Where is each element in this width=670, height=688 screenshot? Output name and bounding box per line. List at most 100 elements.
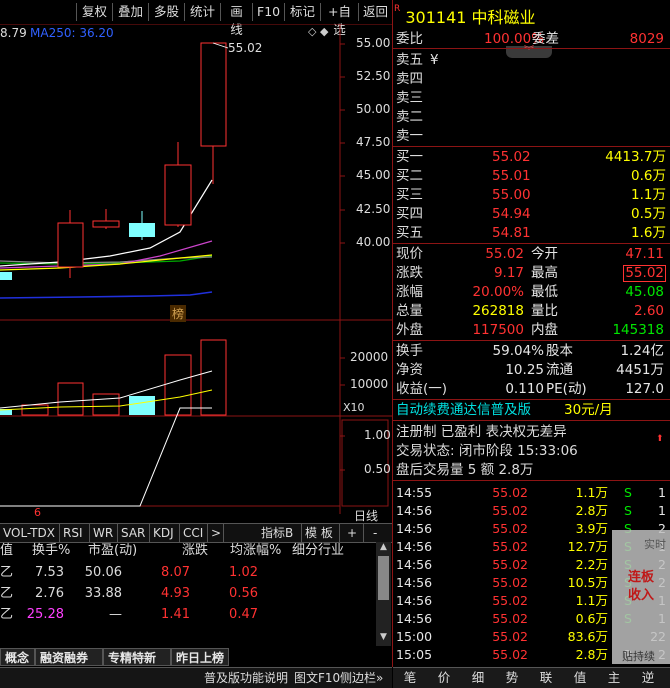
table-cell: — [109,607,122,622]
tick-time: 14:56 [396,575,433,590]
buy-4-row[interactable]: 买四 54.94 0.5万 [394,205,670,223]
side-ad-overlay[interactable]: 实时 连板 收入 贴持续 [612,530,670,664]
indicator-axis-0: 1.00 [364,428,391,442]
net-assets: 10.25 [505,362,544,378]
buy-1-row[interactable]: 买一 55.02 4413.7万 [394,148,670,166]
statistics-button[interactable]: 统计 [184,3,220,21]
tab-yesterday-list[interactable]: 昨日上榜 [171,648,229,666]
tick-volume: 1.1万 [575,593,608,608]
tab-rsi[interactable]: RSI [60,524,90,542]
expand-icon[interactable]: ⬆ [656,434,664,444]
indicator-b-button[interactable]: 指标B [258,524,302,542]
table-cell: 25.28 [26,607,64,622]
tab-more-chevron-icon[interactable]: > [208,524,224,542]
tab-kdj[interactable]: KDJ [150,524,180,542]
tick-time: 14:56 [396,611,433,626]
tick-price: 55.02 [492,485,528,500]
sell-3-row[interactable]: 卖三 [394,89,670,107]
weibi-label: 委比 [396,31,423,47]
tick-volume: 2.8万 [575,647,608,662]
f10-graphic-link[interactable]: 图文F10 [294,669,340,686]
remove-indicator-button[interactable]: - [370,524,390,542]
overlay-button[interactable]: 叠加 [112,3,148,21]
stock-header: R 301141 中科磁业 [394,4,670,27]
col-header-turnover[interactable]: 换手% [32,541,70,561]
table-scrollbar[interactable]: ▲ ▼ [376,542,391,646]
multi-stock-button[interactable]: 多股 [148,3,184,21]
col-header-pe[interactable]: 市盈(动) [88,541,137,561]
sell-1-row[interactable]: 卖一 [394,127,670,145]
kline-chart-svg [0,23,392,514]
price-axis-1: 52.50 [356,69,391,83]
kline-chart[interactable]: 8.79 MA250: 36.20 ◇ ◆ 55.02 榜 55.00 52.5… [0,23,392,523]
tab-jia[interactable]: 价 [427,669,461,687]
tick-price: 55.02 [492,629,528,644]
tab-cci[interactable]: CCI [180,524,208,542]
high-price-annotation: 55.02 [228,41,263,55]
tick-side: S [624,503,632,518]
sell-1-label: 卖一 [396,128,423,144]
table-cell: 50.06 [84,565,122,580]
buy-1-label: 买一 [396,149,423,165]
table-cell: 1.41 [161,607,190,622]
bang-badge[interactable]: 榜 [170,305,187,322]
tab-shi[interactable]: 势 [495,669,529,687]
tick-time: 15:00 [396,629,433,644]
buy-5-row[interactable]: 买五 54.81 1.6万 [394,224,670,242]
tab-ni[interactable]: 逆 [631,669,665,687]
panel-divider [392,0,393,667]
help-link[interactable]: 普及版功能说明 [204,669,288,686]
tab-zhi[interactable]: 值 [563,669,597,687]
day-line-label[interactable]: 日线 [354,507,378,524]
tick-volume: 0.6万 [575,611,608,626]
chart-mode-icons[interactable]: ◇ ◆ [308,25,328,38]
fuquan-button[interactable]: 复权 [76,3,112,21]
tick-price: 55.02 [492,611,528,626]
col-header-industry[interactable]: 细分行业 [292,541,344,561]
scroll-thumb[interactable] [378,556,389,600]
total-volume: 262818 [472,303,524,319]
buy-3-row[interactable]: 买三 55.00 1.1万 [394,186,670,204]
table-cell: 乙 [0,565,14,580]
promo-banner[interactable]: 自动续费通达信普及版 30元/月 [394,401,670,419]
tab-concept[interactable]: 概念 [0,648,35,666]
tab-vol-tdx[interactable]: VOL-TDX [0,524,60,542]
fund-label: PE(动) [546,381,587,397]
col-header-change[interactable]: 涨跌 [182,541,208,561]
tab-wr[interactable]: WR [90,524,118,542]
back-button[interactable]: 返回 [358,3,392,21]
turnover-rate: 59.04% [492,343,544,359]
buy-2-row[interactable]: 买二 55.01 0.6万 [394,167,670,185]
tab-specialized[interactable]: 专精特新 [103,648,171,666]
col-header-0[interactable]: 值 [0,541,13,561]
sell-4-row[interactable]: 卖四 [394,70,670,88]
col-header-avg-change[interactable]: 均涨幅% [230,541,281,561]
mark-button[interactable]: 标记 [284,3,320,21]
quote-label: 最低 [531,284,558,300]
scroll-up-icon[interactable]: ▲ [376,542,391,554]
table-row[interactable]: 乙 7.53 50.06 8.07 1.02 [0,563,370,583]
template-button[interactable]: 模 板 [302,524,340,542]
f10-button[interactable]: F10 [252,3,284,21]
scroll-down-icon[interactable]: ▼ [376,632,391,644]
quote-label: 涨跌 [396,265,423,281]
draw-line-button[interactable]: 画线 [220,3,252,37]
table-row[interactable]: 乙 2.76 33.88 4.93 0.56 [0,584,370,604]
sell-2-row[interactable]: 卖二 [394,108,670,126]
sell-5-row[interactable]: 卖五 ¥ [394,51,670,69]
tick-time: 14:56 [396,503,433,518]
quote-row-4: 外盘 117500 内盘 145318 [394,321,670,339]
add-indicator-button[interactable]: + [344,524,364,542]
tick-volume: 10.5万 [567,575,608,590]
tab-lian[interactable]: 联 [529,669,563,687]
inner-volume: 145318 [612,322,664,338]
tab-xi[interactable]: 细 [461,669,495,687]
price-axis-6: 40.00 [356,235,391,249]
tab-zhu[interactable]: 主 [597,669,631,687]
tab-margin-trading[interactable]: 融资融券 [35,648,103,666]
tab-bi[interactable]: 笔 [393,669,427,687]
add-favorite-button[interactable]: +自选 [320,3,358,37]
tab-sar[interactable]: SAR [118,524,150,542]
table-row[interactable]: 乙 25.28 — 1.41 0.47 [0,605,370,625]
sidebar-toggle[interactable]: 侧边栏» [340,669,383,686]
